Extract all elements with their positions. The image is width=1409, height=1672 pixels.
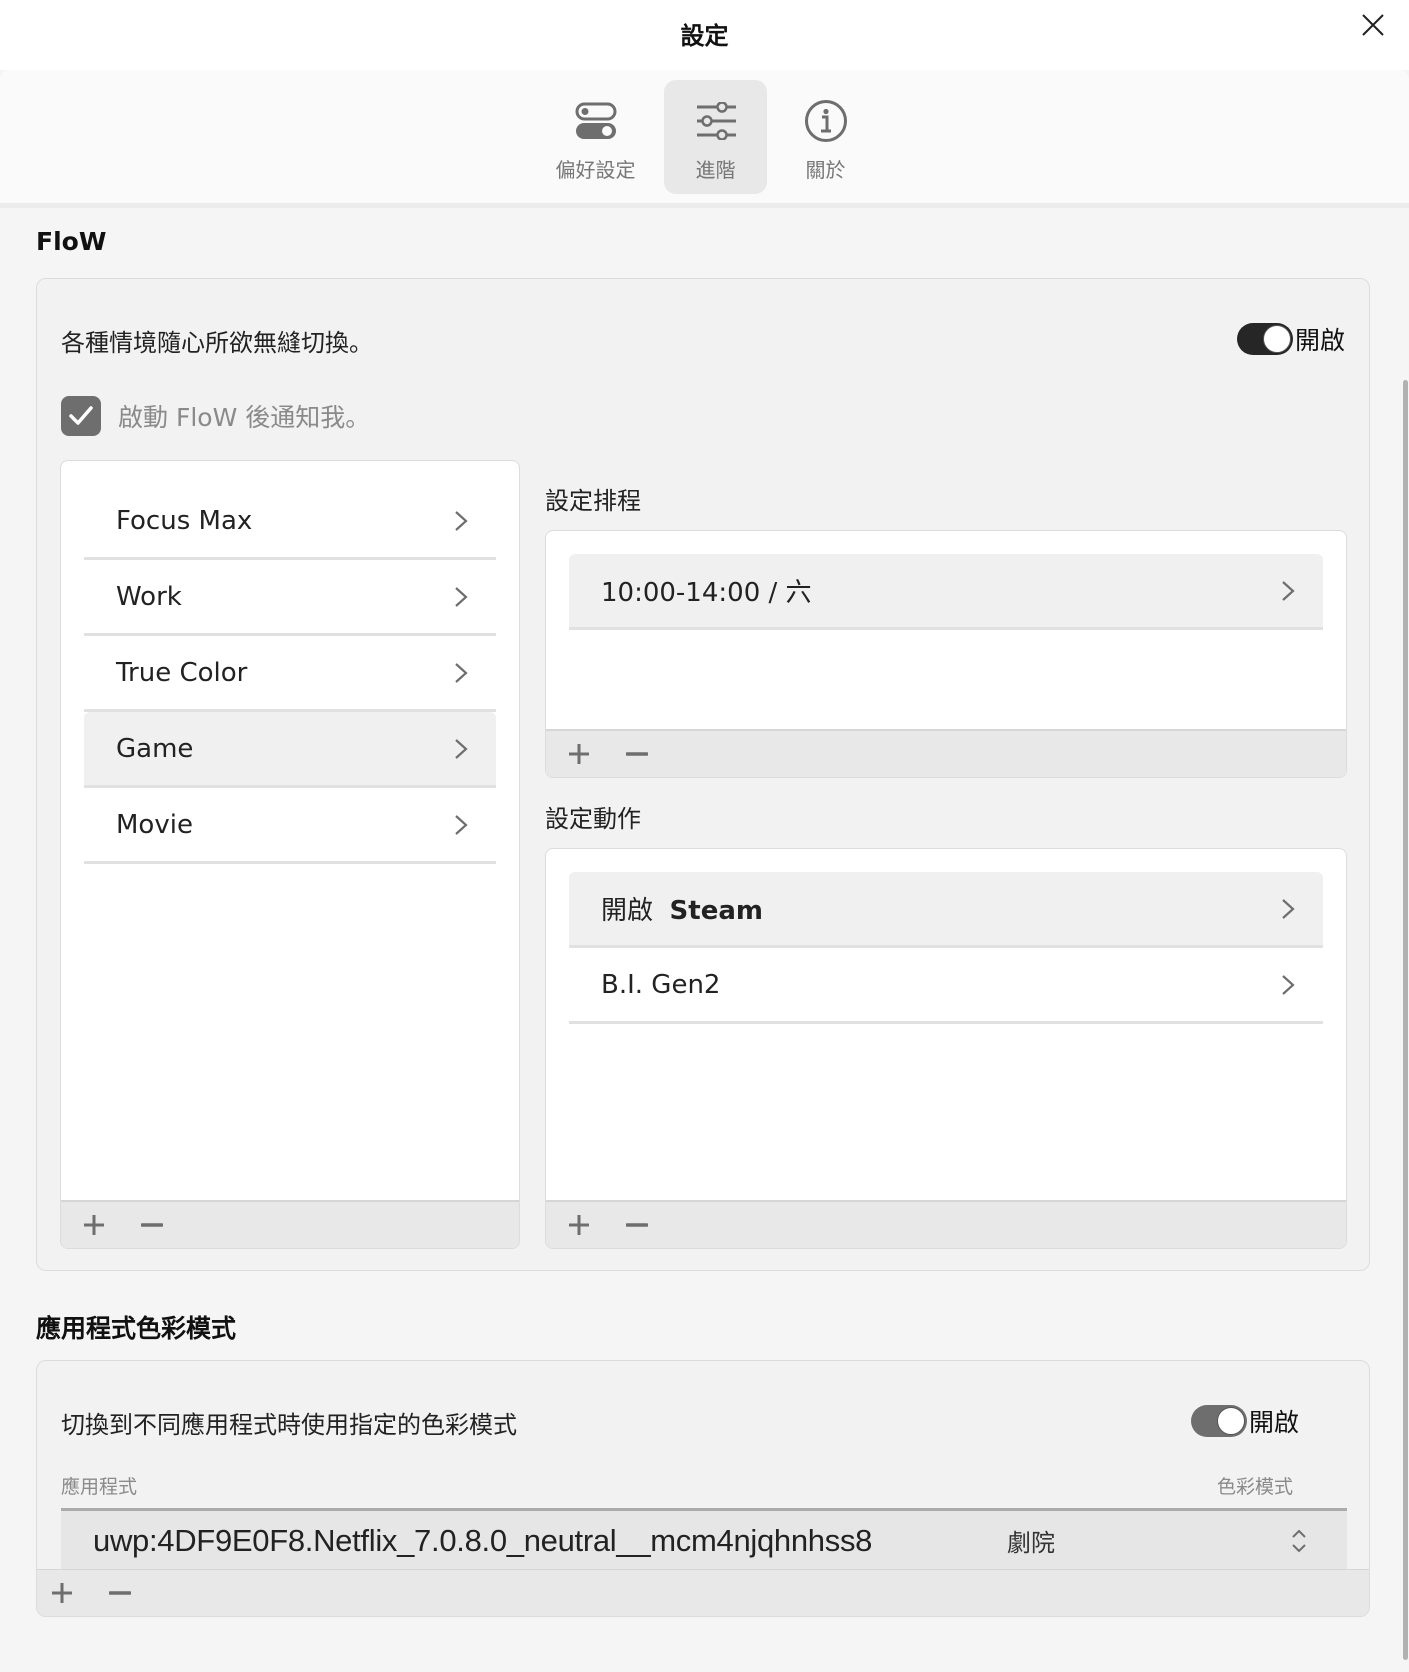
close-icon: [1362, 14, 1384, 36]
action-label: 開啟 Steam: [601, 890, 763, 927]
tab-label: 進階: [695, 158, 736, 182]
schedule-label: 10:00-14:00 / 六: [601, 578, 812, 608]
checkmark-icon: [69, 406, 93, 425]
chevron-right-icon: [455, 814, 468, 835]
add-schedule-button[interactable]: [562, 737, 596, 771]
notify-checkbox[interactable]: [61, 396, 101, 436]
flow-toggle[interactable]: 開啟: [1237, 321, 1345, 357]
remove-scene-button[interactable]: [135, 1208, 169, 1242]
scene-item-true-color[interactable]: True Color: [84, 636, 496, 712]
toggle-label: 開啟: [1295, 326, 1346, 355]
window-header: 設定: [0, 0, 1409, 70]
action-target: Steam: [669, 896, 763, 926]
scene-item-movie[interactable]: Movie: [84, 788, 496, 864]
schedule-heading: 設定排程: [545, 487, 641, 515]
chevron-right-icon: [1282, 580, 1295, 601]
app-color-mode-panel: 切換到不同應用程式時使用指定的色彩模式 開啟 應用程式 色彩模式 uwp:4DF…: [36, 1360, 1370, 1617]
notify-checkbox-label: 啟動 FloW 後通知我。: [118, 403, 371, 432]
schedule-item[interactable]: 10:00-14:00 / 六: [569, 554, 1323, 630]
actions-heading: 設定動作: [545, 805, 641, 833]
add-action-button[interactable]: [562, 1208, 596, 1242]
remove-schedule-button[interactable]: [620, 737, 654, 771]
app-color-mode-heading: 應用程式色彩模式: [36, 1314, 237, 1343]
scene-list: Focus Max Work True Color Game Movie: [60, 460, 520, 1249]
up-down-chevron-icon[interactable]: [1291, 1528, 1307, 1554]
app-color-mode-description: 切換到不同應用程式時使用指定的色彩模式: [61, 1411, 517, 1439]
add-scene-button[interactable]: [77, 1208, 111, 1242]
scene-item-game[interactable]: Game: [84, 712, 496, 788]
tab-bar: 偏好設定 進階 關於: [0, 70, 1409, 203]
tab-advanced[interactable]: 進階: [664, 80, 767, 194]
vertical-scrollbar[interactable]: [1403, 380, 1408, 1660]
chevron-right-icon: [1282, 974, 1295, 995]
window-title: 設定: [680, 22, 729, 50]
toggle-knob: [1217, 1407, 1245, 1435]
action-prefix: 開啟: [601, 896, 654, 926]
color-mode-value[interactable]: 劇院: [1007, 1523, 1055, 1558]
toggle-knob: [1263, 325, 1291, 353]
divider: [0, 203, 1409, 208]
add-app-button[interactable]: [45, 1576, 79, 1610]
scene-label: Work: [116, 581, 182, 612]
action-item-bi-gen2[interactable]: B.I. Gen2: [569, 948, 1323, 1024]
app-list-footer: [37, 1569, 1369, 1616]
info-icon: [804, 98, 848, 144]
table-row[interactable]: uwp:4DF9E0F8.Netflix_7.0.8.0_neutral__mc…: [61, 1508, 1347, 1570]
close-button[interactable]: [1356, 8, 1390, 42]
scene-label: Movie: [116, 809, 193, 840]
scene-list-footer: [61, 1200, 519, 1248]
toggle-track: [1237, 323, 1293, 355]
scene-label: Focus Max: [116, 505, 253, 536]
schedule-list-footer: [546, 729, 1346, 777]
app-id: uwp:4DF9E0F8.Netflix_7.0.8.0_neutral__mc…: [93, 1522, 873, 1558]
scene-label: Game: [116, 733, 194, 764]
action-item-steam[interactable]: 開啟 Steam: [569, 872, 1323, 948]
remove-app-button[interactable]: [103, 1576, 137, 1610]
chevron-right-icon: [455, 510, 468, 531]
plus-icon: [569, 1215, 589, 1235]
column-header-mode: 色彩模式: [1217, 1476, 1294, 1498]
chevron-right-icon: [455, 738, 468, 759]
app-color-mode-toggle[interactable]: 開啟: [1191, 1403, 1299, 1439]
scene-item-work[interactable]: Work: [84, 560, 496, 636]
column-header-app: 應用程式: [61, 1476, 138, 1498]
flow-heading: FloW: [36, 227, 107, 256]
toggles-icon: [575, 98, 617, 144]
schedule-list: 10:00-14:00 / 六: [545, 530, 1347, 778]
chevron-right-icon: [1282, 898, 1295, 919]
minus-icon: [626, 752, 648, 756]
plus-icon: [52, 1583, 72, 1603]
sliders-icon: [696, 98, 736, 144]
toggle-label: 開啟: [1249, 1408, 1300, 1437]
scene-label: True Color: [116, 657, 248, 688]
tab-preferences[interactable]: 偏好設定: [544, 80, 647, 194]
toggle-track: [1191, 1405, 1247, 1437]
minus-icon: [626, 1223, 648, 1227]
plus-icon: [569, 744, 589, 764]
chevron-right-icon: [455, 586, 468, 607]
action-label: B.I. Gen2: [601, 969, 721, 1000]
tab-about[interactable]: 關於: [774, 80, 877, 194]
actions-list: 開啟 Steam B.I. Gen2: [545, 848, 1347, 1249]
plus-icon: [84, 1215, 104, 1235]
tab-label: 關於: [805, 158, 846, 182]
minus-icon: [141, 1223, 163, 1227]
tab-label: 偏好設定: [555, 158, 636, 182]
flow-description: 各種情境隨心所欲無縫切換。: [61, 329, 373, 357]
scene-item-focus-max[interactable]: Focus Max: [84, 484, 496, 560]
remove-action-button[interactable]: [620, 1208, 654, 1242]
flow-panel: 各種情境隨心所欲無縫切換。 開啟 啟動 FloW 後通知我。 Focus Max…: [36, 278, 1370, 1271]
notify-checkbox-row[interactable]: 啟動 FloW 後通知我。: [61, 396, 370, 436]
actions-list-footer: [546, 1200, 1346, 1248]
chevron-right-icon: [455, 662, 468, 683]
minus-icon: [109, 1591, 131, 1595]
